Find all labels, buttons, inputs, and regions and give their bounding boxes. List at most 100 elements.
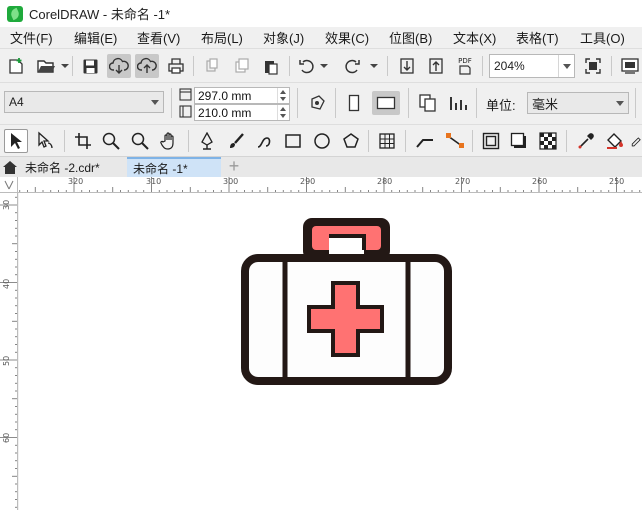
save-icon[interactable] bbox=[80, 56, 100, 76]
import-icon[interactable] bbox=[397, 56, 417, 76]
spiral-tool-icon[interactable] bbox=[253, 130, 275, 152]
units-value: 毫米 bbox=[532, 96, 559, 112]
menu-file[interactable]: 文件(F) bbox=[10, 28, 53, 47]
frame-icon[interactable] bbox=[480, 130, 502, 152]
separator bbox=[368, 130, 369, 152]
cloud-upload-icon[interactable] bbox=[135, 54, 159, 78]
page-width-icon bbox=[178, 87, 192, 101]
ruler-label: 300 bbox=[223, 177, 239, 186]
redo-icon[interactable] bbox=[342, 56, 362, 76]
menu-bitmaps[interactable]: 位图(B) bbox=[389, 28, 432, 47]
menu-edit[interactable]: 编辑(E) bbox=[74, 28, 117, 47]
property-bar: A4 297.0 mm 210.0 mm 单位: 毫米 bbox=[0, 82, 642, 124]
page-width-stepper[interactable] bbox=[277, 88, 289, 103]
pen-tool-icon[interactable] bbox=[196, 130, 218, 152]
separator bbox=[405, 130, 406, 152]
ruler-label: 30 bbox=[2, 199, 11, 210]
undo-icon[interactable] bbox=[297, 56, 317, 76]
fill-icon[interactable] bbox=[603, 130, 627, 152]
vertical-ruler[interactable]: 30 40 50 60 bbox=[0, 193, 18, 510]
ruler-label: 280 bbox=[377, 177, 393, 186]
menu-bar: 文件(F) 编辑(E) 查看(V) 布局(L) 对象(J) 效果(C) 位图(B… bbox=[0, 27, 642, 48]
home-icon[interactable] bbox=[2, 159, 18, 175]
coreldraw-logo-icon bbox=[7, 5, 23, 22]
cut-icon[interactable] bbox=[202, 56, 222, 76]
paste-icon[interactable] bbox=[261, 56, 281, 76]
table-tool-icon[interactable] bbox=[376, 130, 398, 152]
open-dropdown-arrow[interactable] bbox=[61, 64, 69, 68]
current-page-icon[interactable] bbox=[446, 92, 470, 114]
brush-tool-icon[interactable] bbox=[225, 130, 247, 152]
ruler-label: 260 bbox=[532, 177, 548, 186]
ruler-label: 60 bbox=[2, 432, 11, 443]
chevron-down-icon[interactable] bbox=[558, 55, 574, 77]
document-tab-bar: 未命名 -2.cdr* 未命名 -1* + bbox=[0, 156, 642, 177]
horizontal-ruler[interactable]: 320 310 300 290 280 270 260 250 bbox=[18, 177, 642, 193]
landscape-icon[interactable] bbox=[372, 91, 400, 115]
document-tab-active[interactable]: 未命名 -1* bbox=[127, 157, 221, 177]
drawing-canvas[interactable] bbox=[19, 193, 642, 510]
menu-layout[interactable]: 布局(L) bbox=[201, 28, 243, 47]
zoom-level-combo[interactable]: 204% bbox=[489, 54, 575, 78]
units-combo[interactable]: 毫米 bbox=[527, 92, 629, 114]
page-size-combo[interactable]: A4 bbox=[4, 91, 164, 113]
menu-object[interactable]: 对象(J) bbox=[263, 28, 304, 47]
rectangle-tool-icon[interactable] bbox=[282, 130, 304, 152]
chevron-down-icon[interactable] bbox=[147, 92, 163, 112]
page-width-field[interactable]: 297.0 mm bbox=[194, 87, 290, 104]
separator bbox=[611, 56, 612, 76]
separator bbox=[171, 88, 172, 118]
ruler-label: 290 bbox=[300, 177, 316, 186]
options-icon[interactable] bbox=[619, 56, 641, 76]
zoom-tool-icon[interactable] bbox=[100, 130, 122, 152]
ruler-origin[interactable] bbox=[0, 177, 18, 193]
all-pages-icon[interactable] bbox=[416, 92, 440, 114]
ruler-label: 320 bbox=[68, 177, 84, 186]
eyedropper-icon[interactable] bbox=[575, 130, 597, 152]
ruler-label: 40 bbox=[2, 278, 11, 289]
first-aid-kit-drawing[interactable] bbox=[19, 193, 642, 510]
new-document-icon[interactable] bbox=[6, 56, 26, 76]
add-tab-icon[interactable]: + bbox=[226, 157, 242, 175]
shape-tool-icon[interactable] bbox=[34, 130, 58, 152]
separator bbox=[289, 56, 290, 76]
zoom-out-tool-icon[interactable] bbox=[129, 130, 151, 152]
title-bar: CorelDRAW - 未命名 -1* bbox=[0, 0, 642, 27]
dimension-tool-icon[interactable] bbox=[443, 130, 467, 152]
outline-pen-icon[interactable] bbox=[631, 130, 642, 152]
publish-pdf-icon[interactable]: PDF bbox=[454, 56, 476, 76]
transform-page-icon[interactable] bbox=[305, 92, 329, 114]
open-icon[interactable] bbox=[35, 56, 57, 76]
menu-table[interactable]: 表格(T) bbox=[516, 28, 559, 47]
separator bbox=[476, 88, 477, 118]
portrait-icon[interactable] bbox=[344, 93, 364, 113]
units-label: 单位: bbox=[486, 98, 516, 113]
chevron-down-icon[interactable] bbox=[612, 93, 628, 113]
pan-tool-icon[interactable] bbox=[158, 130, 180, 152]
drop-shadow-icon[interactable] bbox=[508, 130, 530, 152]
export-icon[interactable] bbox=[426, 56, 446, 76]
page-height-stepper[interactable] bbox=[277, 105, 289, 120]
page-height-field[interactable]: 210.0 mm bbox=[194, 104, 290, 121]
separator bbox=[72, 56, 73, 76]
kit-handle-hole bbox=[329, 236, 364, 256]
crop-tool-icon[interactable] bbox=[72, 130, 94, 152]
full-screen-icon[interactable] bbox=[582, 56, 604, 76]
document-tab[interactable]: 未命名 -2.cdr* bbox=[19, 157, 127, 177]
copy-icon[interactable] bbox=[232, 56, 252, 76]
document-tab-label: 未命名 -1* bbox=[133, 161, 188, 176]
cloud-download-icon[interactable] bbox=[107, 54, 131, 78]
connector-tool-icon[interactable] bbox=[413, 130, 437, 152]
polygon-tool-icon[interactable] bbox=[340, 130, 362, 152]
zoom-level-value: 204% bbox=[494, 59, 525, 73]
redo-dropdown-arrow[interactable] bbox=[370, 64, 378, 68]
print-icon[interactable] bbox=[165, 56, 187, 76]
transparency-icon[interactable] bbox=[537, 130, 559, 152]
undo-dropdown-arrow[interactable] bbox=[320, 64, 328, 68]
menu-effects[interactable]: 效果(C) bbox=[325, 28, 369, 47]
pick-tool-icon[interactable] bbox=[4, 129, 28, 153]
menu-view[interactable]: 查看(V) bbox=[137, 28, 180, 47]
ellipse-tool-icon[interactable] bbox=[311, 130, 333, 152]
menu-tools[interactable]: 工具(O) bbox=[580, 28, 625, 47]
menu-text[interactable]: 文本(X) bbox=[453, 28, 496, 47]
